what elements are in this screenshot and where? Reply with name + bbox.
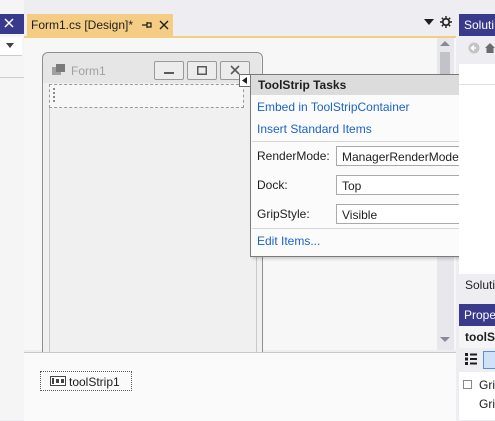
rendermode-value: ManagerRenderMode: [342, 150, 459, 164]
dock-label: Dock:: [257, 178, 288, 192]
form-title: Form1: [71, 64, 106, 78]
tab-label: Form1.cs [Design]*: [31, 18, 134, 32]
property-row[interactable]: Gri: [459, 375, 495, 395]
solution-explorer-tab[interactable]: Soluti: [459, 274, 495, 296]
maximize-icon: [197, 66, 207, 75]
property-name: Gri: [479, 397, 495, 411]
form-client-area[interactable]: [49, 84, 257, 352]
toolstrip-control[interactable]: [49, 84, 244, 108]
solution-explorer-header[interactable]: Soluti: [459, 14, 495, 36]
left-tool-window: [0, 0, 24, 420]
search-field[interactable]: [459, 64, 495, 85]
scrollbar-thumb[interactable]: [440, 52, 450, 74]
close-icon[interactable]: [158, 19, 170, 31]
expand-icon[interactable]: [463, 380, 472, 389]
back-icon[interactable]: [468, 42, 480, 54]
rendermode-label: RenderMode:: [257, 149, 330, 163]
left-divider: [0, 77, 24, 78]
chevron-left-icon: [242, 77, 247, 84]
close-icon[interactable]: [3, 17, 15, 29]
property-name: Gri: [479, 378, 495, 392]
tasks-title: ToolStrip Tasks: [251, 75, 491, 95]
maximize-button[interactable]: [187, 61, 217, 80]
form-icon: [52, 64, 66, 76]
divider: [252, 228, 489, 229]
properties-object-name: toolS: [459, 326, 495, 348]
home-icon[interactable]: [485, 42, 495, 54]
chevron-down-icon[interactable]: [424, 18, 434, 26]
edit-items-link[interactable]: Edit Items...: [257, 234, 320, 248]
dock-value: Top: [342, 179, 362, 193]
embed-in-container-link[interactable]: Embed in ToolStripContainer: [257, 100, 410, 114]
tab-form1-design[interactable]: Form1.cs [Design]*: [27, 14, 173, 36]
properties-header[interactable]: Prope: [459, 304, 495, 326]
left-dropdown[interactable]: [0, 37, 22, 56]
alphabetical-icon[interactable]: [483, 351, 495, 369]
divider: [252, 141, 489, 142]
gripstyle-value: Visible: [342, 208, 378, 222]
insert-standard-items-link[interactable]: Insert Standard Items: [257, 122, 372, 136]
grip-icon[interactable]: [53, 87, 55, 103]
minimize-icon: [164, 72, 174, 74]
gripstyle-label: GripStyle:: [257, 207, 310, 221]
toolstrip-component-icon: [50, 376, 66, 386]
tray-item-label: toolStrip1: [69, 375, 120, 389]
gear-icon[interactable]: [440, 16, 452, 28]
minimize-button[interactable]: [154, 61, 184, 80]
scroll-down-icon[interactable]: [440, 336, 450, 343]
property-row[interactable]: Gri: [459, 394, 495, 414]
solution-tree[interactable]: [459, 64, 495, 274]
categorized-icon[interactable]: [464, 352, 478, 366]
top-strip: [0, 0, 495, 14]
pin-icon[interactable]: [141, 19, 153, 31]
scroll-up-icon[interactable]: [440, 40, 450, 47]
